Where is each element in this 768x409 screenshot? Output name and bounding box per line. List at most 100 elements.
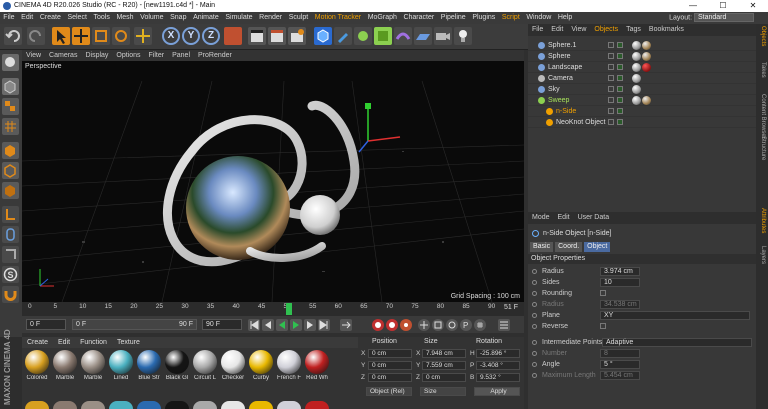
coordinate-system-button[interactable] — [224, 27, 242, 45]
material-swatch[interactable]: Marble — [52, 350, 78, 381]
menu-item-animate[interactable]: Animate — [190, 12, 222, 24]
light-button[interactable] — [454, 27, 472, 45]
menu-item-mesh[interactable]: Mesh — [113, 12, 137, 24]
timeline-ruler[interactable]: 051015202530354045505560657075808590 51 … — [22, 302, 524, 316]
camera-button[interactable] — [434, 27, 452, 45]
attribute-value[interactable]: 5.454 cm — [600, 371, 640, 380]
play-button[interactable] — [290, 319, 302, 331]
viewport-menu-prorender[interactable]: ProRender — [194, 50, 236, 61]
visibility-checkbox[interactable] — [608, 75, 614, 81]
goto-end-button[interactable] — [318, 319, 330, 331]
viewport-menu-options[interactable]: Options — [112, 50, 144, 61]
material-swatch[interactable]: Circuit L — [192, 350, 218, 381]
animate-dot[interactable] — [532, 362, 537, 367]
menu-item-motion-tracker[interactable]: Motion Tracker — [312, 12, 365, 24]
record-active-button[interactable] — [372, 319, 384, 331]
point-level-key-button[interactable] — [474, 319, 486, 331]
position-key-button[interactable] — [418, 319, 430, 331]
menu-item-mograph[interactable]: MoGraph — [364, 12, 400, 24]
object-row[interactable]: Camera — [528, 73, 756, 84]
rotation-p-field[interactable]: -3.408 ° — [476, 361, 520, 370]
attribute-tab-object[interactable]: Object — [584, 242, 611, 252]
render-view-button[interactable] — [248, 27, 266, 45]
animate-dot[interactable] — [532, 373, 537, 378]
play-backwards-button[interactable] — [276, 319, 288, 331]
make-editable-button[interactable] — [2, 54, 19, 71]
menu-item-plugins[interactable]: Plugins — [469, 12, 499, 24]
menu-item-sculpt[interactable]: Sculpt — [285, 12, 311, 24]
attribute-tab-coord[interactable]: Coord. — [555, 242, 583, 252]
animate-dot[interactable] — [532, 291, 537, 296]
apply-button[interactable]: Apply — [474, 387, 520, 396]
material-tag-icon[interactable] — [632, 85, 641, 94]
preview-range-slider[interactable]: 0 F 90 F — [72, 319, 197, 330]
attribute-menu-user-data[interactable]: User Data — [574, 212, 614, 224]
right-tab-takes[interactable]: Takes — [760, 62, 766, 78]
menu-item-select[interactable]: Select — [64, 12, 90, 24]
animate-dot[interactable] — [532, 302, 537, 307]
tweak-mode-button[interactable] — [2, 226, 19, 243]
attribute-value[interactable]: 3.974 cm — [600, 267, 640, 276]
prev-key-button[interactable] — [262, 319, 274, 331]
visibility-checkbox[interactable] — [608, 64, 614, 70]
scale-key-button[interactable] — [432, 319, 444, 331]
object-row[interactable]: Sphere — [528, 51, 756, 62]
parameter-key-button[interactable]: P — [460, 319, 472, 331]
solo-button[interactable]: S — [2, 266, 19, 283]
visibility-checkbox[interactable] — [608, 108, 614, 114]
menu-item-tools[interactable]: Tools — [90, 12, 113, 24]
animate-dot[interactable] — [532, 313, 537, 318]
animate-dot[interactable] — [532, 340, 537, 345]
points-mode-button[interactable] — [2, 142, 19, 159]
enable-checkbox[interactable] — [617, 53, 623, 59]
attribute-menu-edit[interactable]: Edit — [554, 212, 574, 224]
right-tab-structure[interactable]: Structure — [760, 136, 766, 160]
material-tag-icon[interactable] — [632, 74, 641, 83]
workplane-mode-button[interactable] — [2, 118, 19, 135]
layout-dropdown[interactable]: Standard — [694, 13, 754, 22]
attribute-value[interactable]: 5 ° — [600, 360, 640, 369]
position-y-field[interactable]: 0 cm — [368, 361, 412, 370]
texture-tag-icon[interactable] — [642, 96, 651, 105]
object-manager-tab-tags[interactable]: Tags — [622, 24, 645, 36]
menu-item-simulate[interactable]: Simulate — [222, 12, 256, 24]
visibility-checkbox[interactable] — [608, 97, 614, 103]
attribute-tab-basic[interactable]: Basic — [530, 242, 554, 252]
visibility-checkbox[interactable] — [608, 86, 614, 92]
material-menu-edit[interactable]: Edit — [53, 337, 75, 348]
material-swatch[interactable]: French F — [276, 350, 302, 381]
attribute-menu-mode[interactable]: Mode — [528, 212, 554, 224]
y-axis-button[interactable]: Y — [182, 27, 200, 45]
texture-tag-icon[interactable] — [642, 63, 651, 72]
size-x-field[interactable]: 7.948 cm — [422, 349, 466, 358]
size-z-field[interactable]: 0 cm — [422, 373, 466, 382]
size-mode-dropdown[interactable]: Size — [420, 387, 466, 396]
layout-selector[interactable]: Layout: Standard — [669, 13, 754, 23]
rotation-key-button[interactable] — [446, 319, 458, 331]
menu-item-edit[interactable]: Edit — [18, 12, 37, 24]
render-to-picture-viewer-button[interactable] — [268, 27, 286, 45]
enable-checkbox[interactable] — [617, 97, 623, 103]
material-swatch[interactable]: Blue Str — [136, 350, 162, 381]
visibility-checkbox[interactable] — [608, 53, 614, 59]
position-z-field[interactable]: 0 cm — [368, 373, 412, 382]
playhead[interactable] — [285, 303, 292, 315]
minimize-button[interactable]: — — [678, 0, 708, 12]
rotation-h-field[interactable]: -25.896 ° — [476, 349, 520, 358]
cube-object-button[interactable] — [314, 27, 332, 45]
attribute-value[interactable]: 10 — [600, 278, 640, 287]
menu-item-volume[interactable]: Volume — [137, 12, 167, 24]
animate-dot[interactable] — [532, 324, 537, 329]
autokey-button[interactable] — [386, 319, 398, 331]
material-swatch[interactable]: Colored — [24, 350, 50, 381]
menu-item-help[interactable]: Help — [555, 12, 576, 24]
rotate-tool-button[interactable] — [112, 27, 130, 45]
goto-start-button[interactable] — [248, 319, 260, 331]
viewport-menu-view[interactable]: View — [22, 50, 45, 61]
menu-item-file[interactable]: File — [0, 12, 18, 24]
enable-checkbox[interactable] — [617, 64, 623, 70]
right-tab-content-browser[interactable]: Content Browser — [760, 94, 766, 139]
visibility-checkbox[interactable] — [608, 119, 614, 125]
attribute-checkbox[interactable] — [600, 290, 606, 296]
redo-button[interactable] — [27, 27, 45, 45]
